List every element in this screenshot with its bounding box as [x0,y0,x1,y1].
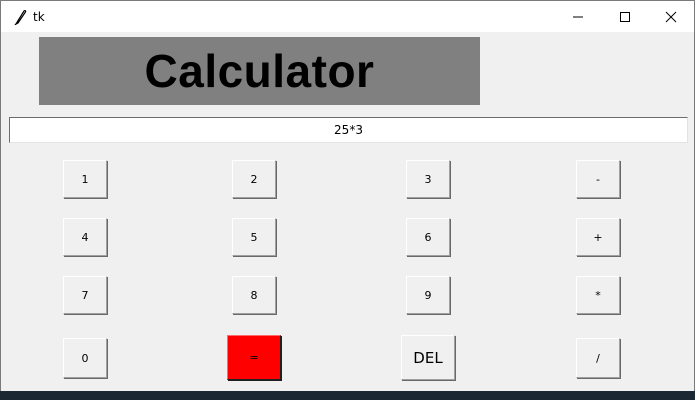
expression-display[interactable] [9,117,688,143]
close-icon [665,11,677,22]
minus-button[interactable]: - [576,160,620,198]
window-title: tk [33,10,45,24]
key-0-button[interactable]: 0 [63,338,107,378]
divide-button[interactable]: / [576,338,620,378]
plus-button[interactable]: + [576,218,620,256]
calculator-window: tk Calculator 1 2 3 - 4 5 6 + 7 8 9 * 0 … [0,0,695,392]
feather-icon [13,9,27,26]
minimize-icon [573,16,583,17]
key-9-button[interactable]: 9 [406,276,450,314]
header-banner: Calculator [39,37,480,105]
key-4-button[interactable]: 4 [63,218,107,256]
maximize-button[interactable] [602,1,648,32]
title-bar[interactable]: tk [1,1,694,32]
app-title: Calculator [144,45,375,97]
key-1-button[interactable]: 1 [63,160,107,198]
key-5-button[interactable]: 5 [232,218,276,256]
delete-button[interactable]: DEL [401,335,455,380]
close-button[interactable] [648,1,694,32]
maximize-icon [620,11,630,22]
minimize-button[interactable] [555,1,601,32]
multiply-button[interactable]: * [576,276,620,314]
key-3-button[interactable]: 3 [406,160,450,198]
key-6-button[interactable]: 6 [406,218,450,256]
key-7-button[interactable]: 7 [63,276,107,314]
desktop-background [0,391,695,400]
key-8-button[interactable]: 8 [232,276,276,314]
key-2-button[interactable]: 2 [232,160,276,198]
equals-button[interactable]: = [227,335,281,380]
